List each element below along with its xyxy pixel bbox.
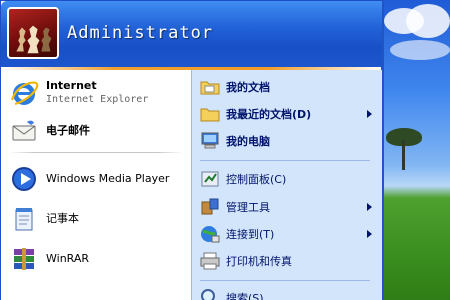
places-item-my-documents[interactable]: 我的文档: [198, 74, 378, 100]
places-item-control-panel[interactable]: 控制面板(C): [198, 166, 378, 192]
internet-explorer-icon: [7, 76, 41, 110]
recent-folder-icon: [198, 102, 222, 126]
my-documents-label: 我的文档: [226, 81, 270, 94]
connect-icon: [198, 222, 222, 246]
places-separator: [200, 160, 370, 161]
email-icon: [7, 114, 41, 148]
places-item-connect-to[interactable]: 连接到(T): [198, 221, 378, 247]
start-menu-header: Administrator: [1, 1, 382, 67]
places-separator: [200, 280, 370, 281]
winrar-icon: [7, 242, 41, 276]
search-label: 搜索(S): [226, 292, 264, 300]
places-item-recent-documents[interactable]: 我最近的文档(D): [198, 101, 378, 127]
start-menu: Administrator Internet Internet Explorer: [0, 0, 384, 300]
winrar-title: WinRAR: [46, 252, 90, 265]
desktop-wallpaper: [380, 0, 450, 300]
admin-tools-label: 管理工具: [226, 201, 270, 214]
media-player-title: Windows Media Player: [46, 172, 170, 185]
printers-label: 打印机和传真: [226, 255, 292, 268]
folder-icon: [198, 75, 222, 99]
notepad-title: 记事本: [46, 212, 79, 225]
places-item-admin-tools[interactable]: 管理工具: [198, 194, 378, 220]
submenu-arrow-icon: [367, 203, 372, 211]
pinned-item-internet[interactable]: Internet Internet Explorer: [7, 76, 189, 110]
admin-tools-icon: [198, 195, 222, 219]
pinned-separator: [9, 152, 183, 153]
chess-pieces-icon: [16, 25, 52, 54]
recent-item-winrar[interactable]: WinRAR: [7, 242, 189, 276]
submenu-arrow-icon: [367, 230, 372, 238]
recent-documents-label: 我最近的文档(D): [226, 108, 312, 121]
notepad-icon: [7, 202, 41, 236]
email-title: 电子邮件: [46, 124, 90, 137]
pinned-programs-panel: Internet Internet Explorer 电子邮件 Windows …: [1, 70, 191, 300]
control-panel-icon: [198, 167, 222, 191]
submenu-arrow-icon: [367, 110, 372, 118]
user-avatar[interactable]: [7, 7, 59, 59]
places-item-printers[interactable]: 打印机和传真: [198, 248, 378, 274]
connect-to-label: 连接到(T): [226, 228, 275, 241]
places-panel: 我的文档 我最近的文档(D) 我的电脑 控制面板(C) 管理工具 连接到(T) …: [191, 70, 382, 300]
pinned-item-email[interactable]: 电子邮件: [7, 114, 189, 148]
places-item-my-computer[interactable]: 我的电脑: [198, 128, 378, 154]
search-icon: [198, 286, 222, 300]
user-name: Administrator: [67, 23, 214, 43]
media-player-icon: [7, 162, 41, 196]
internet-subtitle: Internet Explorer: [46, 94, 149, 105]
recent-item-notepad[interactable]: 记事本: [7, 202, 189, 236]
my-computer-label: 我的电脑: [226, 135, 270, 148]
computer-icon: [198, 129, 222, 153]
control-panel-label: 控制面板(C): [226, 173, 287, 186]
printer-icon: [198, 249, 222, 273]
places-item-search[interactable]: 搜索(S): [198, 285, 378, 300]
recent-item-media-player[interactable]: Windows Media Player: [7, 162, 189, 196]
internet-title: Internet: [46, 79, 97, 92]
